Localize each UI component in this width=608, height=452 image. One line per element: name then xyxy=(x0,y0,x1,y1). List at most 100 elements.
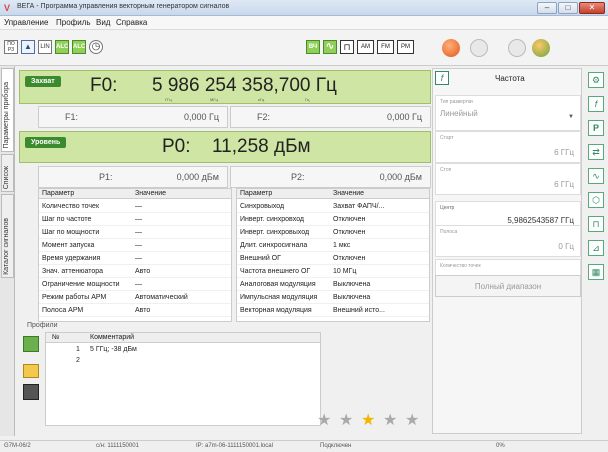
p0-label: P0: xyxy=(162,136,191,157)
alc-on-button[interactable]: ALC xyxy=(55,40,69,54)
col-param: Параметр xyxy=(240,190,273,197)
open-profile-button[interactable] xyxy=(23,364,39,378)
sweep-type-dropdown[interactable]: Тип развертки Линейный ▼ xyxy=(435,95,581,131)
analog-mod-button[interactable]: ∿ xyxy=(588,168,604,184)
pulse-button[interactable]: ⊓ xyxy=(340,40,354,54)
table-row[interactable]: 1 5 ГГц; -38 дБм xyxy=(46,345,320,355)
p2-box[interactable]: P2: 0,000 дБм xyxy=(230,166,431,188)
run-button[interactable] xyxy=(532,39,550,57)
table-row[interactable]: Режим работы АРМ Автоматический xyxy=(39,292,231,304)
f0-value[interactable]: 5 986 254 358,700 Гц xyxy=(152,75,337,97)
table-row[interactable]: Время удержания — xyxy=(39,253,231,265)
f1-box[interactable]: F1: 0,000 Гц xyxy=(38,106,228,128)
tab-signal-catalog[interactable]: Каталог сигналов xyxy=(1,194,14,278)
star-icon[interactable]: ★ xyxy=(361,410,375,430)
menu-profile[interactable]: Профиль xyxy=(56,18,91,27)
table-row[interactable]: Ограничение мощности — xyxy=(39,279,231,291)
power-button[interactable]: P xyxy=(588,120,604,136)
list-button[interactable]: ▦ xyxy=(588,264,604,280)
stop-field[interactable]: Стоп 6 ГГц xyxy=(435,163,581,195)
tab-label: Список xyxy=(3,165,10,189)
p2-label: P2: xyxy=(291,172,305,182)
sweep-type-value: Линейный xyxy=(440,109,478,118)
save-profile-button[interactable] xyxy=(23,384,39,400)
table-row[interactable]: Внешний ОГ Отключен xyxy=(237,253,429,265)
sync-button[interactable]: ⇄ xyxy=(588,144,604,160)
alc-off-button[interactable]: ALC xyxy=(72,40,86,54)
close-button[interactable]: ✕ xyxy=(579,2,605,14)
f2-box[interactable]: F2: 0,000 Гц xyxy=(230,106,431,128)
table-row[interactable]: Векторная модуляция Внешний исто... xyxy=(237,305,429,317)
table-row[interactable]: Шаг по частоте — xyxy=(39,214,231,226)
table-row[interactable]: Знач. аттенюатора Авто xyxy=(39,266,231,278)
param-value: Отключен xyxy=(333,216,366,223)
tab-device-params[interactable]: Параметры прибора xyxy=(1,68,14,152)
status-device: G7М-06/2 xyxy=(4,443,31,449)
new-profile-button[interactable] xyxy=(23,336,39,352)
table-header: Параметр Значение xyxy=(237,189,429,199)
function-icon: f xyxy=(594,99,598,109)
table-row[interactable]: Количество точек — xyxy=(39,201,231,213)
fm-icon: FM xyxy=(381,44,390,50)
pulse-icon: ⊓ xyxy=(343,42,351,52)
vector-mod-button[interactable]: ⬡ xyxy=(588,192,604,208)
span-field[interactable]: Полоса 0 Гц xyxy=(435,225,581,257)
param-value: Выключена xyxy=(333,294,371,301)
start-field[interactable]: Старт 6 ГГц xyxy=(435,131,581,163)
forward-button[interactable] xyxy=(470,39,488,57)
table-row[interactable]: Частота внешнего ОГ 10 МГц xyxy=(237,266,429,278)
span-value: 0 Гц xyxy=(558,242,574,251)
clock-button[interactable]: ◷ xyxy=(89,40,103,54)
maximize-button[interactable]: □ xyxy=(558,2,578,14)
star-icon[interactable]: ★ xyxy=(383,410,397,430)
table-row[interactable]: Синхровыход Захват ФАПЧ/... xyxy=(237,201,429,213)
table-row[interactable]: Импульсная модуляция Выключена xyxy=(237,292,429,304)
preset-button[interactable]: ПО РЗ xyxy=(4,40,18,54)
am-button[interactable]: AM xyxy=(357,40,374,54)
stop-button[interactable] xyxy=(442,39,460,57)
param-value: Выключена xyxy=(333,281,371,288)
table-row[interactable]: Аналоговая модуляция Выключена xyxy=(237,279,429,291)
pm-button[interactable]: PM xyxy=(397,40,414,54)
target-button[interactable] xyxy=(508,39,526,57)
wave-button[interactable]: ∿ xyxy=(323,40,337,54)
table-row[interactable]: Длит. синхросигнала 1 мкс xyxy=(237,240,429,252)
profile-comment: 5 ГГц; -38 дБм xyxy=(90,346,137,353)
table-row[interactable]: Инверт. синхровход Отключен xyxy=(237,214,429,226)
f1-value: 0,000 Гц xyxy=(183,112,219,122)
rf-on-button[interactable]: ВЧ xyxy=(306,40,320,54)
table-row[interactable]: 2 xyxy=(46,356,320,366)
frequency-button[interactable]: f xyxy=(588,96,604,112)
side-tabs: Параметры прибора Список Каталог сигнало… xyxy=(0,66,15,436)
menu-control[interactable]: Управление xyxy=(4,18,48,27)
p1-box[interactable]: P1: 0,000 дБм xyxy=(38,166,228,188)
grid-icon: ▦ xyxy=(591,267,601,277)
param-value: — xyxy=(135,229,142,236)
star-icon[interactable]: ★ xyxy=(339,410,353,430)
table-row[interactable]: Шаг по мощности — xyxy=(39,227,231,239)
star-icon[interactable]: ★ xyxy=(405,410,419,430)
sweep-button[interactable]: ⊿ xyxy=(588,240,604,256)
table-row[interactable]: Полоса АРМ Авто xyxy=(39,305,231,317)
pulse-mod-button[interactable]: ⊓ xyxy=(588,216,604,232)
full-range-button[interactable]: Полный диапазон xyxy=(435,275,581,297)
menu-help[interactable]: Справка xyxy=(116,18,147,27)
p0-value[interactable]: 11,258 дБм xyxy=(212,136,311,158)
fm-button[interactable]: FM xyxy=(377,40,394,54)
table-row[interactable]: Момент запуска — xyxy=(39,240,231,252)
table-row[interactable]: Инверт. синхровыход Отключен xyxy=(237,227,429,239)
tab-label: Каталог сигналов xyxy=(3,218,10,275)
tab-label: Параметры прибора xyxy=(3,82,10,149)
star-icon[interactable]: ★ xyxy=(317,410,331,430)
vector-icon: ⬡ xyxy=(592,195,600,205)
menu-view[interactable]: Вид xyxy=(96,18,110,27)
level-band: Уровень P0: 11,258 дБм xyxy=(19,131,431,163)
status-progress: 0% xyxy=(496,443,505,449)
lin-button[interactable]: LIN xyxy=(38,40,52,54)
col-number: № xyxy=(52,334,60,341)
tab-list[interactable]: Список xyxy=(1,154,14,192)
settings-button[interactable]: ⚙ xyxy=(588,72,604,88)
thumb-button[interactable]: ▲ xyxy=(21,40,35,54)
span-label: Полоса xyxy=(440,229,458,235)
minimize-button[interactable]: – xyxy=(537,2,557,14)
